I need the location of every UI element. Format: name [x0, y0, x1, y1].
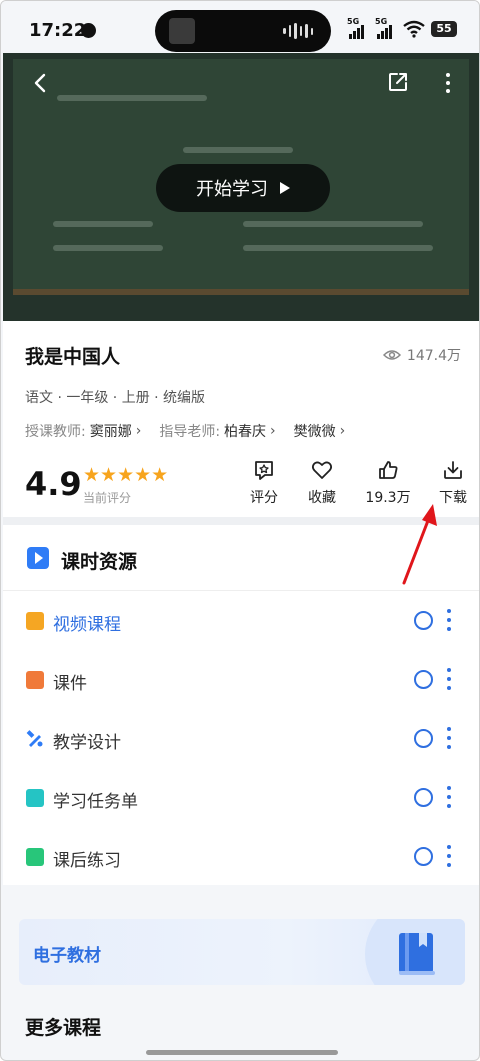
back-icon[interactable]: [29, 71, 53, 95]
like-count: 19.3万: [365, 490, 411, 506]
resources-title: 课时资源: [61, 551, 138, 573]
resource-item-courseware[interactable]: 课件: [3, 651, 479, 709]
progress-circle-icon: [414, 729, 433, 748]
resources-play-icon: [27, 547, 49, 569]
advisor-name-link[interactable]: 柏春庆: [224, 421, 266, 441]
resource-item-video-course[interactable]: 视频课程: [3, 592, 479, 650]
courseware-icon: [26, 671, 44, 689]
progress-circle-icon: [414, 847, 433, 866]
exercise-icon: [26, 848, 44, 866]
more-vertical-icon[interactable]: [445, 845, 453, 867]
e-textbook-label: 电子教材: [33, 946, 101, 966]
share-icon[interactable]: [387, 71, 409, 93]
like-button[interactable]: 19.3万: [358, 459, 418, 507]
teaching-design-icon: [26, 730, 43, 747]
eye-icon: [382, 350, 401, 360]
resource-label: 课后练习: [53, 851, 121, 871]
resource-label: 课件: [53, 674, 87, 694]
view-count: 147.4万: [382, 345, 461, 365]
lesson-info-panel: 我是中国人 147.4万 语文 · 一年级 · 上册 · 统编版 授课教师: 窦…: [3, 321, 479, 517]
teacher-row: 授课教师: 窦丽娜 › 指导老师: 柏春庆 › 樊微微 ›: [25, 421, 359, 441]
heart-icon: [311, 461, 333, 479]
rate-label: 评分: [250, 490, 278, 506]
lesson-title: 我是中国人: [25, 346, 121, 368]
progress-circle-icon: [414, 788, 433, 807]
wifi-icon: [403, 20, 425, 38]
chevron-right-icon: ›: [339, 423, 346, 439]
task-sheet-icon: [26, 789, 44, 807]
thumbs-up-icon: [379, 461, 398, 479]
status-bar: 17:22 5G 5G 55: [1, 1, 479, 59]
progress-circle-icon: [414, 611, 433, 630]
signal-icon: 5G: [347, 17, 369, 39]
resources-header: 课时资源: [3, 525, 479, 591]
start-learning-label: 开始学习: [196, 179, 268, 200]
more-vertical-icon[interactable]: [445, 609, 453, 631]
rating-caption: 当前评分: [83, 491, 132, 505]
dynamic-island: [155, 10, 331, 52]
lesson-meta: 语文 · 一年级 · 上册 · 统编版: [25, 390, 206, 406]
resource-item-teaching-design[interactable]: 教学设计: [3, 710, 479, 768]
battery-icon: 55: [431, 21, 457, 37]
teacher-name-link[interactable]: 窦丽娜: [90, 421, 132, 441]
resource-label: 视频课程: [53, 615, 121, 635]
start-learning-button[interactable]: 开始学习: [156, 164, 330, 212]
resource-label: 教学设计: [53, 733, 121, 753]
advisor-name-link[interactable]: 樊微微: [294, 421, 336, 441]
view-count-value: 147.4万: [406, 348, 461, 364]
play-icon: [280, 182, 290, 194]
more-vertical-icon[interactable]: [445, 727, 453, 749]
more-vertical-icon[interactable]: [437, 71, 459, 95]
rate-button[interactable]: 评分: [234, 459, 294, 507]
rate-star-icon: [255, 461, 273, 480]
more-vertical-icon[interactable]: [445, 668, 453, 690]
app-frame: 17:22 5G 5G 55 开始学习 我是中国人 147.4万 语文 · 一年…: [0, 0, 480, 1061]
book-icon: [399, 933, 435, 975]
home-indicator[interactable]: [146, 1050, 338, 1055]
advisor-label: 指导老师:: [159, 424, 221, 440]
rating-stars: ★★★★★: [83, 464, 169, 486]
download-label: 下载: [439, 490, 467, 506]
status-indicators: 5G 5G 55: [347, 17, 457, 39]
camera-app-icon: [169, 18, 195, 44]
signal-icon: 5G: [375, 17, 397, 39]
chevron-right-icon: ›: [270, 423, 276, 439]
favorite-button[interactable]: 收藏: [292, 459, 352, 507]
lesson-resources-section: 课时资源 视频课程 课件 教学设计 学习任务单 课后练习: [3, 525, 479, 885]
resource-item-task-sheet[interactable]: 学习任务单: [3, 769, 479, 827]
resource-item-exercise[interactable]: 课后练习: [3, 828, 479, 886]
rating-score: 4.9: [25, 465, 82, 503]
vpn-globe-icon: [81, 23, 96, 38]
progress-circle-icon: [414, 670, 433, 689]
audio-wave-icon: [283, 23, 313, 39]
section-divider: [3, 517, 479, 525]
download-icon: [444, 461, 462, 479]
teacher-label: 授课教师:: [25, 424, 86, 440]
chevron-right-icon: ›: [135, 423, 142, 439]
more-vertical-icon[interactable]: [445, 786, 453, 808]
video-player[interactable]: 开始学习: [3, 53, 479, 321]
download-button[interactable]: 下载: [423, 459, 479, 507]
resource-label: 学习任务单: [53, 792, 138, 812]
status-time: 17:22: [29, 20, 87, 41]
favorite-label: 收藏: [308, 490, 336, 506]
e-textbook-banner[interactable]: 电子教材: [19, 919, 465, 985]
video-course-icon: [26, 612, 44, 630]
more-courses-title: 更多课程: [25, 1017, 102, 1039]
